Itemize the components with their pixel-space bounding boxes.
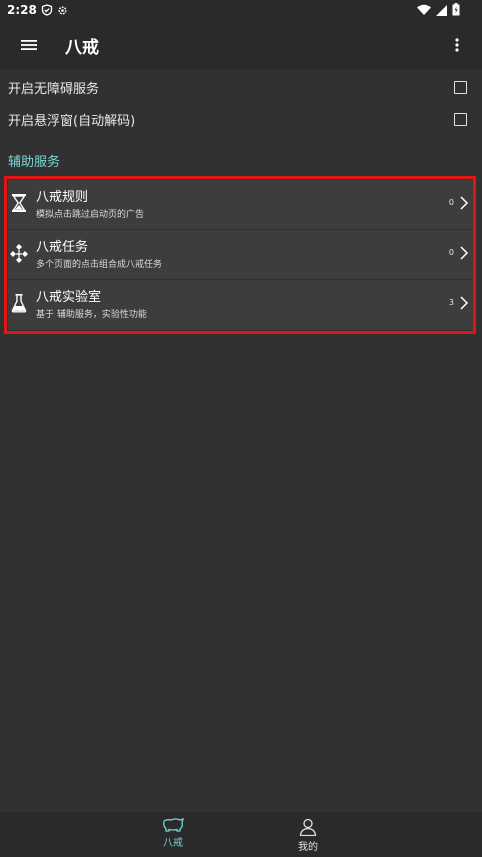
nav-tab-mine[interactable]: 我的: [278, 818, 338, 854]
signal-icon: [436, 4, 447, 19]
setting-label: 开启悬浮窗(自动解码): [8, 113, 136, 129]
hamburger-menu-icon: [21, 40, 37, 50]
more-vertical-icon: [455, 38, 459, 52]
setting-floating-window[interactable]: 开启悬浮窗(自动解码): [0, 103, 482, 135]
app-bar: 八戒: [0, 20, 482, 70]
menu-button[interactable]: [9, 25, 49, 65]
pig-icon: [163, 818, 184, 832]
person-icon: [299, 818, 317, 836]
setting-accessibility-service[interactable]: 开启无障碍服务: [0, 71, 482, 103]
nav-tab-label: 我的: [298, 842, 318, 853]
status-bar: 2:28: [0, 0, 482, 20]
overflow-menu-button[interactable]: [442, 28, 472, 62]
setting-label: 开启无障碍服务: [8, 81, 100, 97]
bottom-navigation: 八戒 我的: [0, 812, 482, 857]
shield-check-icon: [41, 4, 53, 16]
nav-tab-label: 八戒: [163, 838, 183, 849]
accessibility-checkbox[interactable]: [454, 80, 467, 94]
page-title: 八戒: [65, 37, 99, 58]
section-title: 辅助服务: [8, 155, 61, 170]
wifi-icon: [417, 4, 431, 19]
highlight-box: [4, 176, 476, 334]
nav-tab-bajie[interactable]: 八戒: [143, 818, 203, 854]
settings-gear-icon: [57, 4, 69, 16]
battery-icon: [452, 3, 460, 19]
status-time: 2:28: [7, 3, 37, 17]
floating-window-checkbox[interactable]: [454, 112, 467, 126]
